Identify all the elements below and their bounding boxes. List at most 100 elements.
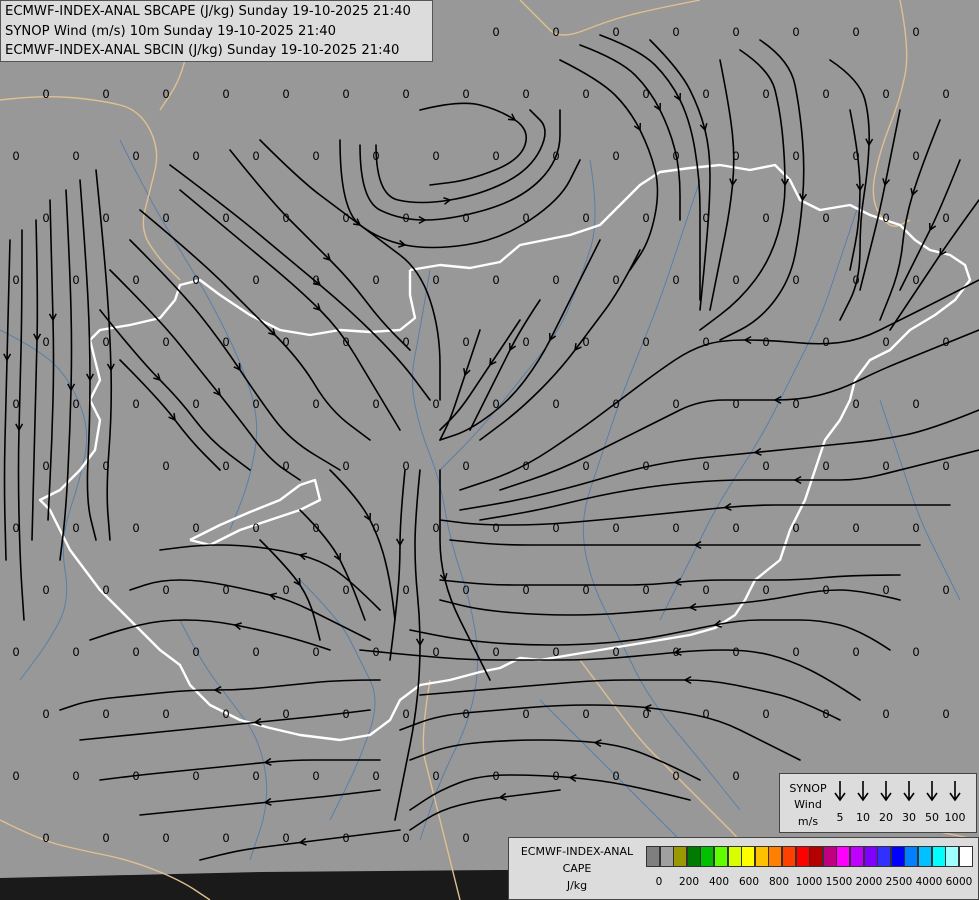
sbcin-value-label: 0 bbox=[912, 397, 919, 411]
sbcin-value-label: 0 bbox=[732, 521, 739, 535]
sbcin-value-label: 0 bbox=[342, 707, 349, 721]
sbcin-value-label: 0 bbox=[312, 521, 319, 535]
sbcin-value-label: 0 bbox=[132, 645, 139, 659]
sbcin-value-label: 0 bbox=[762, 211, 769, 225]
sbcin-value-label: 0 bbox=[282, 583, 289, 597]
sbcin-value-label: 0 bbox=[882, 459, 889, 473]
sbcin-value-label: 0 bbox=[252, 273, 259, 287]
sbcin-value-label: 0 bbox=[372, 273, 379, 287]
sbcin-value-label: 0 bbox=[132, 397, 139, 411]
sbcin-value-label: 0 bbox=[42, 335, 49, 349]
wind-arrow-icon bbox=[925, 780, 939, 802]
sbcin-value-label: 0 bbox=[72, 645, 79, 659]
cape-color-swatch bbox=[754, 846, 769, 867]
sbcin-value-label: 0 bbox=[912, 273, 919, 287]
cape-color-swatch bbox=[945, 846, 960, 867]
sbcin-value-label: 0 bbox=[822, 583, 829, 597]
sbcin-value-label: 0 bbox=[612, 769, 619, 783]
sbcin-value-label: 0 bbox=[402, 211, 409, 225]
cape-legend-title: ECMWF-INDEX-ANAL bbox=[520, 845, 634, 858]
sbcin-value-label: 0 bbox=[852, 149, 859, 163]
sbcin-value-label: 0 bbox=[342, 87, 349, 101]
sbcin-value-label: 0 bbox=[942, 211, 949, 225]
sbcin-value-label: 0 bbox=[432, 645, 439, 659]
sbcin-value-label: 0 bbox=[942, 335, 949, 349]
sbcin-value-label: 0 bbox=[612, 149, 619, 163]
sbcin-value-label: 0 bbox=[342, 583, 349, 597]
sbcin-value-label: 0 bbox=[432, 273, 439, 287]
sbcin-value-label: 0 bbox=[132, 521, 139, 535]
sbcin-value-label: 0 bbox=[12, 273, 19, 287]
sbcin-value-label: 0 bbox=[642, 707, 649, 721]
sbcin-value-label: 0 bbox=[162, 707, 169, 721]
sbcin-value-label: 0 bbox=[252, 149, 259, 163]
map-title-box: ECMWF-INDEX-ANAL SBCAPE (J/kg) Sunday 19… bbox=[0, 0, 433, 62]
sbcin-value-label: 0 bbox=[222, 87, 229, 101]
sbcin-value-label: 0 bbox=[822, 87, 829, 101]
sbcin-value-label: 0 bbox=[552, 149, 559, 163]
sbcin-value-label: 0 bbox=[192, 149, 199, 163]
sbcin-value-label: 0 bbox=[822, 335, 829, 349]
sbcin-value-label: 0 bbox=[612, 397, 619, 411]
wind-speed-label: 100 bbox=[944, 811, 966, 824]
sbcin-value-label: 0 bbox=[102, 707, 109, 721]
sbcin-value-label: 0 bbox=[492, 149, 499, 163]
sbcin-value-label: 0 bbox=[312, 769, 319, 783]
cape-tick-label: 4000 bbox=[915, 876, 943, 888]
sbcin-title: ECMWF-INDEX-ANAL SBCIN (J/kg) Sunday 19-… bbox=[5, 43, 400, 58]
sbcin-value-label: 0 bbox=[312, 397, 319, 411]
sbcin-value-label: 0 bbox=[942, 87, 949, 101]
sbcin-value-label: 0 bbox=[402, 831, 409, 845]
sbcin-value-label: 0 bbox=[462, 707, 469, 721]
sbcin-value-label: 0 bbox=[852, 645, 859, 659]
cape-color-swatch bbox=[782, 846, 796, 867]
sbcin-value-label: 0 bbox=[252, 521, 259, 535]
sbcin-value-label: 0 bbox=[102, 831, 109, 845]
sbcin-value-label: 0 bbox=[462, 459, 469, 473]
sbcin-value-label: 0 bbox=[522, 335, 529, 349]
sbcin-value-label: 0 bbox=[462, 831, 469, 845]
sbcin-value-label: 0 bbox=[792, 273, 799, 287]
cape-color-swatch bbox=[673, 846, 688, 867]
sbcin-value-label: 0 bbox=[672, 397, 679, 411]
sbcin-value-label: 0 bbox=[882, 707, 889, 721]
sbcin-value-label: 0 bbox=[282, 211, 289, 225]
sbcin-value-label: 0 bbox=[732, 149, 739, 163]
sbcin-value-label: 0 bbox=[792, 149, 799, 163]
sbcin-value-label: 0 bbox=[492, 25, 499, 39]
sbcin-value-label: 0 bbox=[162, 335, 169, 349]
sbcin-value-label: 0 bbox=[582, 87, 589, 101]
map-view[interactable]: 0 0 0 0 0 0 0 0 0 0 0 0 0 0 0 0 0 0 0 0 0 0 0 0 0 0 0 0 0 0 0 0 0 0 0 0 0 0 0 0… bbox=[0, 0, 979, 900]
sbcin-value-label: 0 bbox=[102, 335, 109, 349]
synop-legend-subtitle: Wind bbox=[794, 798, 822, 811]
sbcin-value-label: 0 bbox=[252, 645, 259, 659]
sbcin-value-label: 0 bbox=[42, 87, 49, 101]
sbcin-value-label: 0 bbox=[72, 521, 79, 535]
sbcin-value-label: 0 bbox=[192, 273, 199, 287]
sbcin-value-label: 0 bbox=[222, 335, 229, 349]
sbcin-value-label: 0 bbox=[162, 459, 169, 473]
sbcin-value-label: 0 bbox=[222, 459, 229, 473]
cape-color-swatch bbox=[809, 846, 824, 867]
cape-tick-label: 6000 bbox=[945, 876, 973, 888]
cape-color-swatch bbox=[727, 846, 742, 867]
cape-color-swatch bbox=[890, 846, 905, 867]
sbcin-value-label: 0 bbox=[702, 459, 709, 473]
cape-color-swatch bbox=[741, 846, 756, 867]
sbcin-value-label: 0 bbox=[42, 211, 49, 225]
sbcin-value-label: 0 bbox=[432, 521, 439, 535]
sbcin-value-label: 0 bbox=[42, 583, 49, 597]
sbcin-value-label: 0 bbox=[612, 25, 619, 39]
sbcin-value-label: 0 bbox=[252, 769, 259, 783]
cape-color-swatch bbox=[686, 846, 701, 867]
sbcin-value-label: 0 bbox=[852, 397, 859, 411]
sbcin-value-label: 0 bbox=[552, 25, 559, 39]
sbcin-value-label: 0 bbox=[162, 831, 169, 845]
sbcin-value-label: 0 bbox=[222, 707, 229, 721]
sbcin-value-label: 0 bbox=[552, 273, 559, 287]
sbcin-value-label: 0 bbox=[12, 769, 19, 783]
wind-arrow-icon bbox=[879, 780, 893, 802]
sbcin-value-label: 0 bbox=[732, 769, 739, 783]
sbcin-value-label: 0 bbox=[402, 707, 409, 721]
cape-color-swatch bbox=[877, 846, 892, 867]
